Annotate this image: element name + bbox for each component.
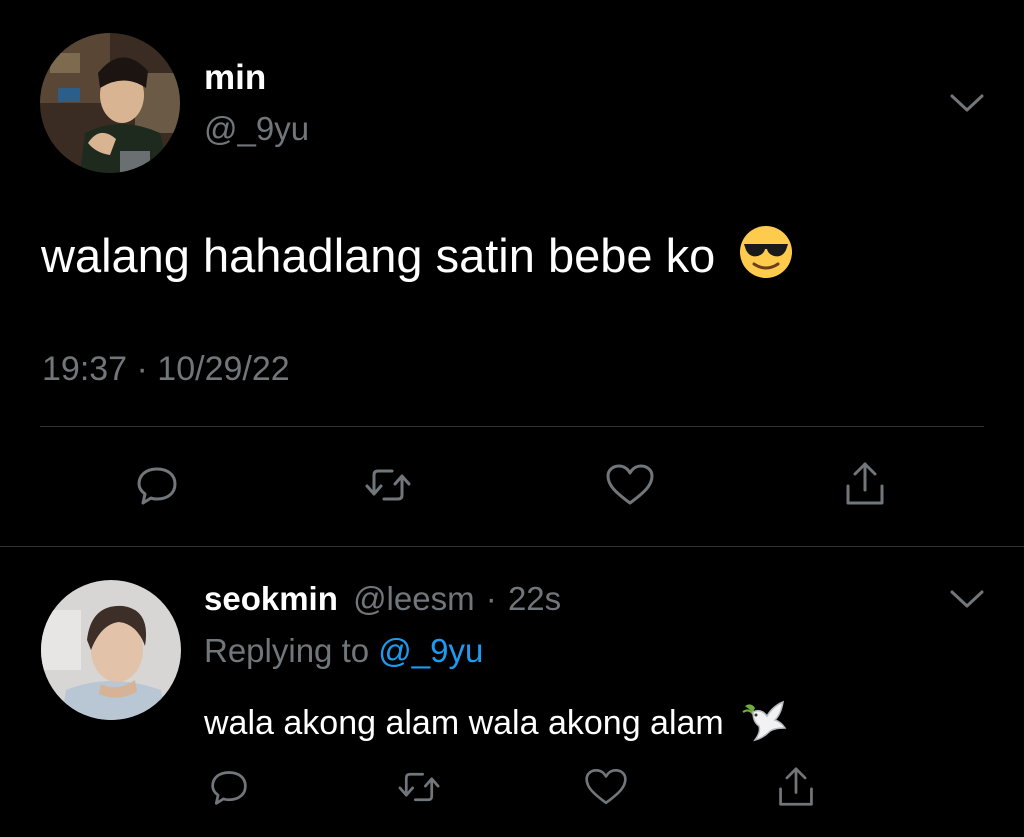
time-ago[interactable]: 22s <box>508 580 561 617</box>
dove-icon <box>741 698 789 742</box>
replying-to-label: Replying to <box>204 632 370 669</box>
author-name[interactable]: seokmin <box>204 580 338 617</box>
avatar[interactable] <box>40 33 180 173</box>
share-icon[interactable] <box>776 765 816 809</box>
like-icon[interactable] <box>605 463 655 507</box>
author-handle[interactable]: @_9yu <box>204 110 309 148</box>
reply-text: wala akong alam wala akong alam <box>204 704 724 742</box>
avatar[interactable] <box>41 580 181 720</box>
like-icon[interactable] <box>584 767 628 807</box>
retweet-icon[interactable] <box>397 767 441 807</box>
chevron-down-icon[interactable] <box>949 587 985 611</box>
replying-to-handle[interactable]: @_9yu <box>378 632 483 669</box>
divider <box>40 426 984 427</box>
author-name[interactable]: min <box>204 58 266 98</box>
divider <box>0 546 1024 547</box>
replying-to-line: Replying to @_9yu <box>204 632 483 670</box>
smiling-face-with-sunglasses-icon <box>738 224 794 280</box>
tweet-text-row: walang hahadlang satin bebe ko <box>41 224 794 283</box>
tweet-text: walang hahadlang satin bebe ko <box>41 229 716 282</box>
retweet-icon[interactable] <box>364 463 412 507</box>
reply-header: seokmin @leesm · 22s <box>204 580 561 618</box>
separator-dot: · <box>485 580 497 617</box>
share-icon[interactable] <box>843 460 887 508</box>
reply-text-row: wala akong alam wala akong alam <box>204 698 789 743</box>
reply-icon[interactable] <box>209 767 249 807</box>
author-handle[interactable]: @leesm <box>353 580 475 617</box>
reply-icon[interactable] <box>135 463 179 507</box>
chevron-down-icon[interactable] <box>949 91 985 115</box>
tweet-timestamp[interactable]: 19:37 · 10/29/22 <box>42 350 290 389</box>
